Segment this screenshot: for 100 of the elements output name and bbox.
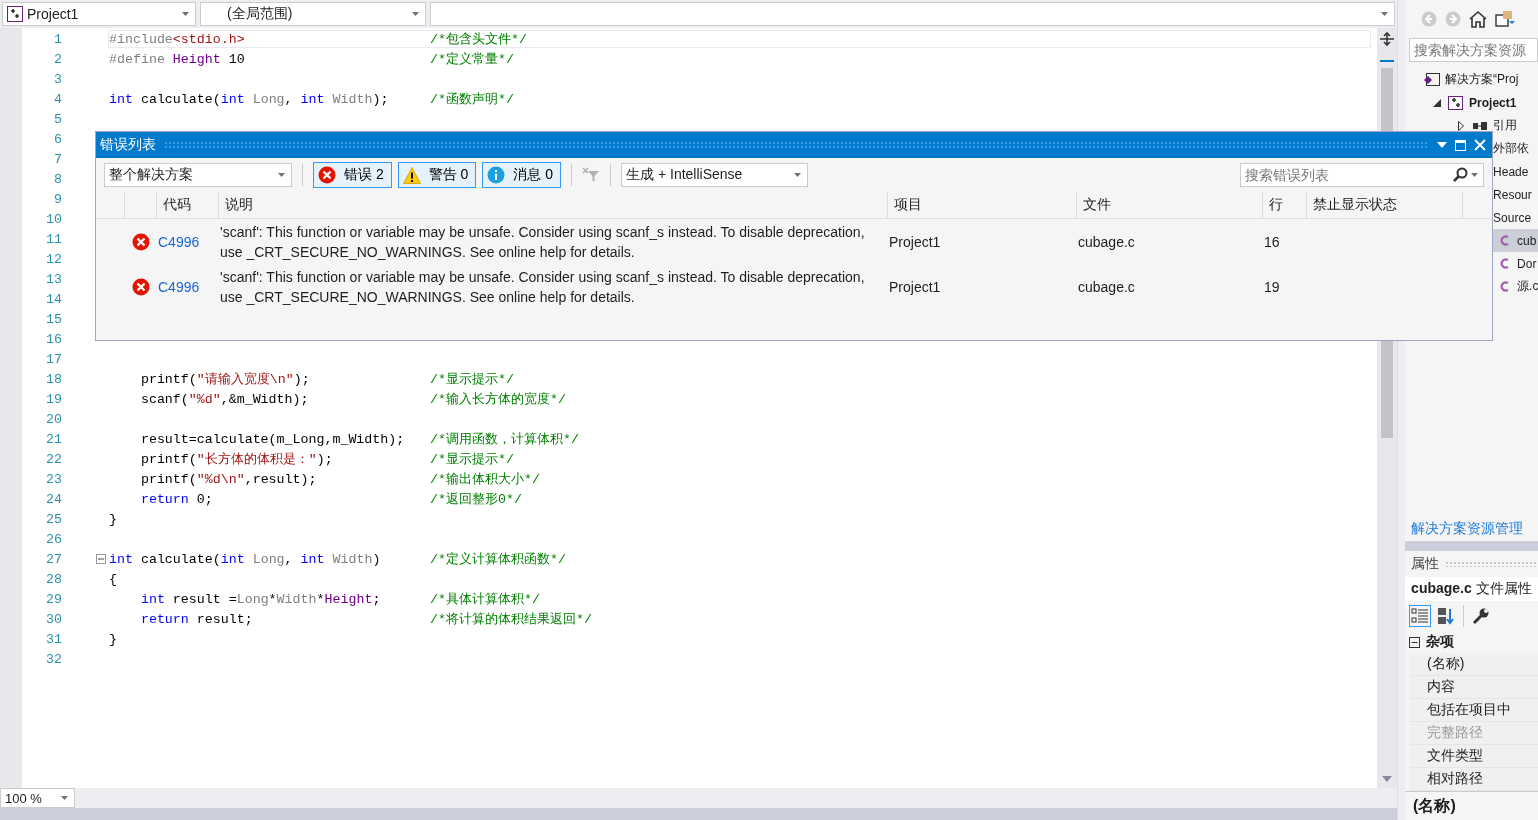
caret-icon [182,12,189,16]
project-dropdown[interactable]: Project1 [2,2,196,26]
error-code-link[interactable]: C4996 [158,233,200,250]
maximize-button[interactable] [1455,139,1466,151]
project-icon [1447,94,1466,111]
search-icon[interactable] [1452,167,1468,183]
warning-filter-button[interactable]: 警告 0 [397,162,477,188]
window-title: 错误列表 [100,136,156,154]
c-file-icon [1499,258,1509,269]
line-number: 20 [45,411,62,427]
tree-item[interactable]: Project1 [1405,91,1538,114]
references-icon [1471,120,1490,131]
tree-item[interactable]: 引用 [1405,114,1538,137]
code-comment: /*具体计算体积*/ [430,591,540,608]
line-number: 17 [45,351,62,367]
tree-item[interactable]: 解决方案“Proj [1405,68,1538,91]
table-cell-text: Project1 [888,233,942,250]
table-cell-text: cubage.c [1077,278,1136,295]
line-number: 13 [45,271,62,287]
code-line: } [109,511,117,527]
code-line: } [109,631,117,647]
line-number: 12 [45,251,62,267]
code-line: result=calculate(m_Long,m_Width); [139,431,405,447]
code-line: printf("%d\n",result); [139,471,317,487]
collapse-icon[interactable] [1409,636,1421,648]
scope-dropdown[interactable]: 整个解决方案 [104,163,292,187]
property-name[interactable]: 相对路径 [1409,768,1538,791]
tree-item[interactable]: 源.c [1405,275,1538,298]
solution-explorer-tab[interactable]: 解决方案资源管理 [1405,517,1538,541]
caret-icon [61,796,68,800]
error-icon [132,277,150,296]
caret-icon [412,12,419,16]
table-cell-text: 'scanf': This function or variable may be unsafe. Consider using scanf_s instead. To disable deprecation, use _CRT_SECURE_NO_WARNINGS. See online help for details. [219,267,866,307]
warning-icon [402,166,421,184]
line-number: 4 [53,91,62,107]
info-icon [487,166,506,184]
code-line: scanf("%d",&m_Width); [139,391,309,407]
line-number: 32 [45,651,62,667]
property-name[interactable]: 内容 [1409,676,1538,699]
code-line: int calculate(int Long, int Width) [109,551,381,567]
code-line: int result =Long*Width*Height; [139,591,381,607]
caret-icon [1381,12,1389,16]
line-number: 28 [45,571,62,587]
expanded-arrow-icon[interactable] [1433,98,1442,107]
close-button[interactable] [1474,139,1486,151]
line-number: 30 [45,611,62,627]
sync-icon[interactable] [1495,10,1516,28]
home-icon[interactable] [1469,10,1488,28]
search-field[interactable]: 搜索错误列表 [1240,163,1484,187]
scroll-down-icon[interactable] [1382,776,1393,782]
error-icon [318,166,336,184]
line-number: 31 [45,631,62,647]
line-number: 3 [53,71,62,87]
info-filter-button[interactable]: 消息 0 [482,162,562,188]
search-field[interactable]: 搜索解决方案资源 [1409,38,1538,62]
property-name[interactable]: 文件类型 [1409,745,1538,768]
line-number: 21 [45,431,62,447]
code-comment: /*将计算的体积结果返回*/ [430,611,592,628]
table-cell-text: 19 [1263,278,1281,295]
line-number: 9 [53,191,62,207]
code-line: #include<stdio.h> [109,31,245,47]
categorized-button[interactable] [1409,605,1432,627]
zoom-dropdown[interactable]: 100 % [0,788,75,808]
code-line: #define Height 10 [109,51,245,67]
code-line: printf("请输入宽度\n"); [139,371,310,388]
column-header[interactable]: 代码 [156,192,218,218]
column-header[interactable]: 行 [1262,192,1306,218]
tree-item[interactable]: Dor [1405,252,1538,275]
property-name[interactable]: 包括在项目中 [1409,699,1538,722]
collapsed-arrow-icon[interactable] [1458,120,1465,131]
column-header[interactable]: 说明 [218,192,887,218]
code-line: int calculate(int Long, int Width); [109,91,389,107]
code-comment: /*输出体积大小*/ [430,471,540,488]
line-number: 29 [45,591,62,607]
code-line: printf("长方体的体积是："); [139,451,333,468]
line-number: 8 [53,171,62,187]
error-filter-button[interactable]: 错误 2 [313,162,392,188]
table-cell-text: 16 [1263,233,1281,250]
column-header[interactable]: 文件 [1076,192,1262,218]
split-icon[interactable] [1380,32,1395,46]
line-number: 1 [53,31,62,47]
line-number: 19 [45,391,62,407]
line-number: 18 [45,371,62,387]
table-cell-text: cubage.c [1077,233,1136,250]
line-number: 16 [45,331,62,347]
code-comment: /*输入长方体的宽度*/ [430,391,566,408]
c-file-icon [1499,281,1509,292]
code-line: { [109,571,117,587]
build-filter-dropdown[interactable]: 生成 + IntelliSense [621,163,809,187]
caret-icon [1471,173,1478,177]
horizontal-scrollbar[interactable] [0,808,1398,820]
code-comment: /*调用函数，计算体积*/ [430,431,579,448]
dropdown-button[interactable] [1437,142,1447,148]
category-label: 杂项 [1426,633,1455,651]
column-header[interactable]: 项目 [887,192,1076,218]
property-name[interactable]: (名称) [1409,653,1538,676]
column-header[interactable]: 禁止显示状态 [1306,192,1462,218]
table-cell-text: Project1 [888,278,942,295]
scope-dropdown[interactable]: (全局范围) [200,2,426,26]
error-code-link[interactable]: C4996 [158,278,200,295]
